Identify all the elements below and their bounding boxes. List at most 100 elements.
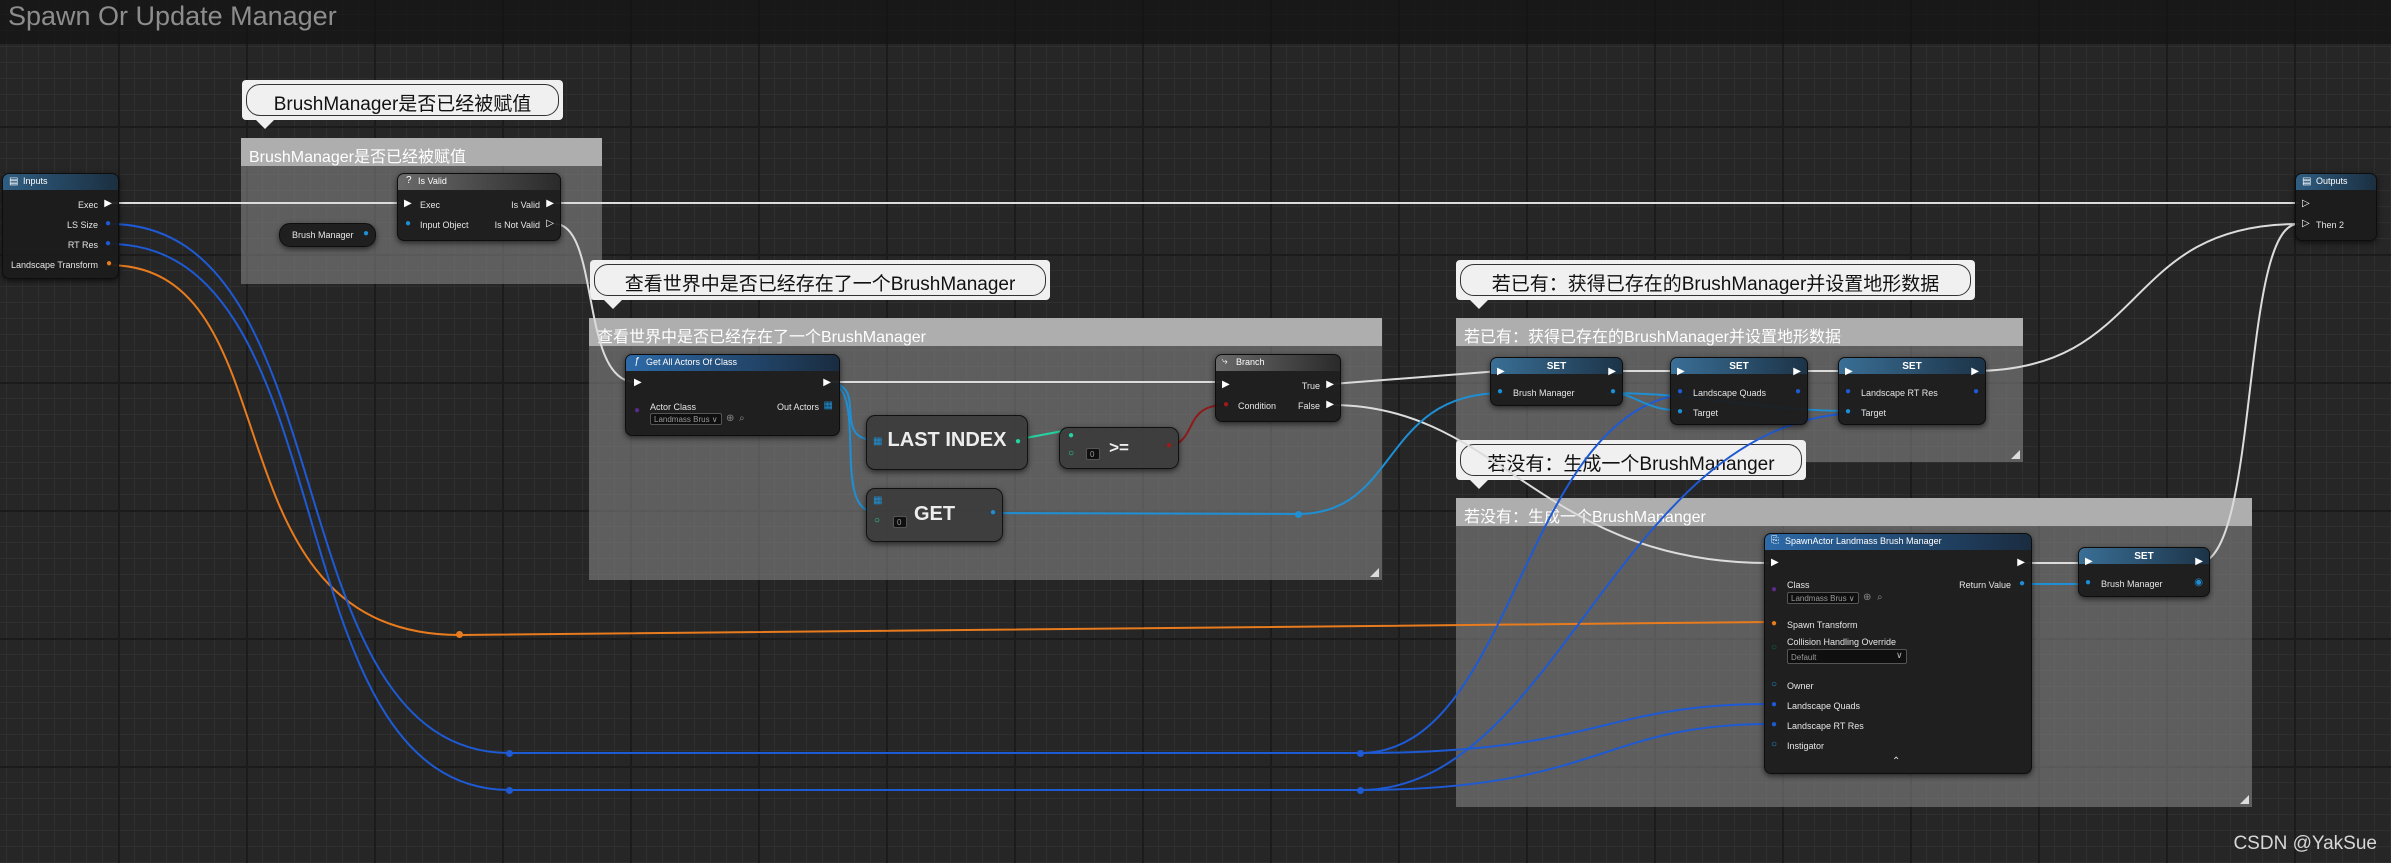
object-pin-icon[interactable]: ● bbox=[990, 507, 996, 518]
exec-pin-icon[interactable]: ▶ bbox=[1793, 366, 1801, 377]
pin-label: Spawn Transform bbox=[1787, 620, 1858, 630]
exec-pin-icon[interactable]: ▶ bbox=[1326, 399, 1334, 410]
collision-handling-dropdown[interactable]: Default bbox=[1787, 649, 1907, 664]
object-pin-icon[interactable]: ● bbox=[1497, 386, 1503, 397]
object-pin-icon[interactable]: ○ bbox=[1771, 679, 1777, 690]
object-pin-icon[interactable]: ○ bbox=[1771, 739, 1777, 750]
pin-label: Then 2 bbox=[2316, 220, 2345, 230]
int-pin-icon[interactable]: ● bbox=[1015, 436, 1021, 447]
node-label: LAST INDEX bbox=[887, 429, 1007, 451]
collapse-arrow-icon[interactable]: ⌃ bbox=[1892, 756, 1900, 767]
question-icon: ? bbox=[406, 175, 412, 186]
class-pin-icon[interactable]: ● bbox=[1771, 584, 1777, 595]
bool-pin-icon[interactable]: ● bbox=[1166, 440, 1172, 451]
chevron-down-icon[interactable]: ∨ bbox=[1896, 650, 1903, 661]
set-brush-manager-node[interactable]: SET ▶ ▶ ● Brush Manager ◉ bbox=[2078, 547, 2210, 597]
outputs-node[interactable]: ▤ Outputs ▷ ▷ Then 2 bbox=[2295, 173, 2377, 241]
reroute-knot[interactable] bbox=[1357, 750, 1364, 757]
array-pin-icon[interactable]: ● bbox=[1845, 386, 1851, 397]
exec-pin-icon[interactable]: ▷ bbox=[2302, 198, 2310, 209]
add-icon[interactable]: ⊕ bbox=[726, 413, 734, 424]
pin-label: Condition bbox=[1238, 401, 1277, 411]
node-title: Is Valid bbox=[418, 176, 447, 186]
exec-pin-icon[interactable]: ▶ bbox=[104, 198, 112, 209]
exec-pin-icon[interactable]: ▶ bbox=[1971, 366, 1979, 377]
object-pin-icon[interactable]: ● bbox=[363, 228, 369, 239]
spawn-actor-icon: ⎘ bbox=[1771, 535, 1779, 546]
class-dropdown[interactable]: Landmass Brus ∨ bbox=[1787, 592, 1859, 604]
get-all-actors-of-class-node[interactable]: ƒ Get All Actors Of Class ▶ ▶ ● Actor Cl… bbox=[625, 354, 840, 436]
class-pin-icon[interactable]: ● bbox=[634, 405, 640, 416]
pin-label: Landscape RT Res bbox=[1861, 388, 1938, 398]
reroute-knot[interactable] bbox=[506, 750, 513, 757]
function-return-icon: ▤ bbox=[2302, 176, 2312, 187]
node-title: Inputs bbox=[23, 176, 48, 186]
array-pin-icon[interactable]: ● bbox=[105, 218, 111, 229]
node-title: SET bbox=[2134, 551, 2154, 562]
exec-pin-icon[interactable]: ▶ bbox=[546, 198, 554, 209]
transform-pin-icon[interactable]: ● bbox=[106, 258, 112, 269]
node-title: Get All Actors Of Class bbox=[646, 357, 738, 367]
exec-pin-icon[interactable]: ▶ bbox=[2085, 556, 2093, 567]
object-pin-icon[interactable]: ◉ bbox=[2194, 577, 2203, 588]
pin-label: Landscape Quads bbox=[1693, 388, 1767, 398]
set-landscape-quads-node[interactable]: SET ▶ ▶ ● Landscape Quads ● ● Target bbox=[1670, 357, 1808, 425]
inputs-node[interactable]: ▤ Inputs Exec LS Size RT Res Landscape T… bbox=[2, 173, 119, 279]
exec-pin-icon[interactable]: ▷ bbox=[546, 218, 554, 229]
branch-node[interactable]: ⤷ Branch ▶ ● Condition True False ▶ ▶ bbox=[1215, 354, 1341, 422]
exec-pin-icon[interactable]: ▶ bbox=[1845, 366, 1853, 377]
pin-label: RT Res bbox=[67, 240, 98, 250]
pin-label: Input Object bbox=[420, 220, 469, 230]
pin-label: False bbox=[1297, 401, 1320, 411]
is-valid-node[interactable]: ? Is Valid ▶ Exec ● Input Object Is Vali… bbox=[397, 173, 561, 241]
exec-pin-icon[interactable]: ▶ bbox=[404, 198, 412, 209]
object-pin-icon[interactable]: ● bbox=[1610, 386, 1616, 397]
object-pin-icon[interactable]: ● bbox=[1845, 406, 1851, 417]
ls-size-wire bbox=[1359, 703, 1771, 754]
search-icon[interactable]: ⌕ bbox=[1877, 592, 1883, 603]
reroute-knot[interactable] bbox=[456, 631, 463, 638]
array-pin-icon[interactable]: ● bbox=[1795, 386, 1801, 397]
object-pin-icon[interactable]: ● bbox=[2019, 578, 2025, 589]
pin-label: Landscape RT Res bbox=[1787, 721, 1864, 731]
last-index-node[interactable]: ▦ LAST INDEX ● bbox=[866, 415, 1028, 470]
array-get-node[interactable]: ▦ ○ 0 GET ● bbox=[866, 488, 1003, 542]
brush-manager-getter-node[interactable]: Brush Manager ● bbox=[279, 223, 376, 247]
exec-pin-icon[interactable]: ▶ bbox=[2017, 557, 2025, 568]
array-pin-icon[interactable]: ● bbox=[1677, 386, 1683, 397]
exec-pin-icon[interactable]: ▷ bbox=[2302, 218, 2310, 229]
add-icon[interactable]: ⊕ bbox=[1863, 592, 1871, 603]
reroute-knot[interactable] bbox=[1357, 787, 1364, 794]
function-entry-icon: ▤ bbox=[9, 176, 19, 187]
object-pin-icon[interactable]: ● bbox=[405, 218, 411, 229]
object-pin-icon[interactable]: ● bbox=[1677, 406, 1683, 417]
set-landscape-rt-res-node[interactable]: SET ▶ ▶ ● Landscape RT Res ● ● Target bbox=[1838, 357, 1986, 425]
reroute-knot[interactable] bbox=[1295, 511, 1302, 518]
node-title: SET bbox=[1546, 361, 1567, 372]
exec-pin-icon[interactable]: ▶ bbox=[823, 377, 831, 388]
transform-pin-icon[interactable]: ● bbox=[1771, 618, 1777, 629]
array-pin-icon[interactable]: ● bbox=[1771, 719, 1777, 730]
exec-pin-icon[interactable]: ▶ bbox=[1608, 366, 1616, 377]
exec-pin-icon[interactable]: ▶ bbox=[634, 377, 642, 388]
array-pin-icon[interactable]: ● bbox=[1973, 386, 1979, 397]
exec-pin-icon[interactable]: ▶ bbox=[1222, 379, 1230, 390]
exec-pin-icon[interactable]: ▶ bbox=[1677, 366, 1685, 377]
pin-label: Target bbox=[1861, 408, 1887, 418]
object-pin-icon[interactable]: ● bbox=[2085, 577, 2091, 588]
set-brush-manager-node[interactable]: SET ▶ ▶ ● Brush Manager ● bbox=[1490, 357, 1623, 406]
exec-pin-icon[interactable]: ▶ bbox=[1771, 557, 1779, 568]
greater-equal-node[interactable]: ● ○ 0 >= ● bbox=[1059, 427, 1179, 469]
exec-pin-icon[interactable]: ▶ bbox=[1326, 379, 1334, 390]
array-pin-icon[interactable]: ▦ bbox=[824, 400, 833, 411]
search-icon[interactable]: ⌕ bbox=[739, 413, 745, 424]
exec-pin-icon[interactable]: ▶ bbox=[1497, 366, 1505, 377]
enum-pin-icon[interactable]: ○ bbox=[1771, 642, 1777, 653]
array-pin-icon[interactable]: ● bbox=[105, 238, 111, 249]
exec-pin-icon[interactable]: ▶ bbox=[2195, 556, 2203, 567]
bool-pin-icon[interactable]: ● bbox=[1223, 399, 1229, 410]
actor-class-dropdown[interactable]: Landmass Brus ∨ bbox=[650, 413, 722, 425]
reroute-knot[interactable] bbox=[506, 787, 513, 794]
array-pin-icon[interactable]: ● bbox=[1771, 699, 1777, 710]
spawn-actor-node[interactable]: ⎘ SpawnActor Landmass Brush Manager ▶ ▶ … bbox=[1764, 533, 2032, 774]
